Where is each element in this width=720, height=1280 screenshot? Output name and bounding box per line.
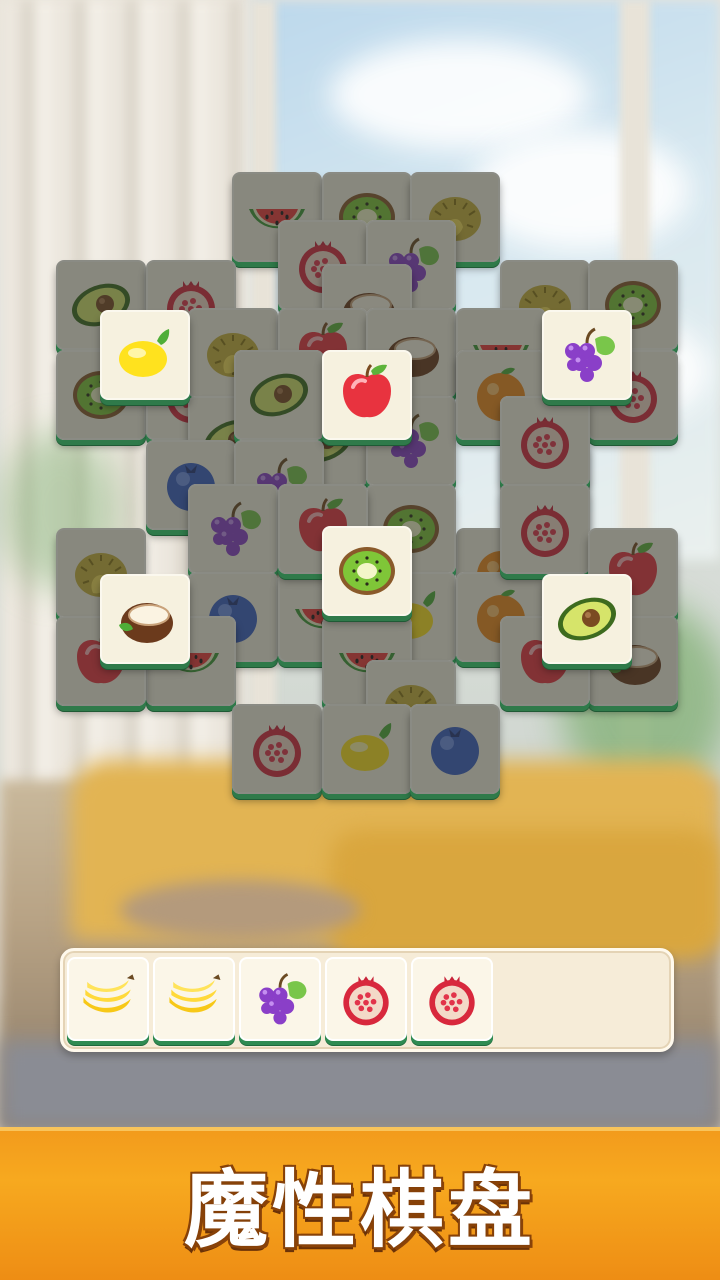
apple-tile[interactable]	[322, 350, 412, 440]
pomegranate-icon	[418, 963, 486, 1035]
coconut-icon	[109, 581, 181, 657]
pomegranate-tile	[500, 484, 590, 574]
tray-slot-banana	[153, 957, 235, 1041]
grapes-tile	[188, 484, 278, 574]
title-banner: 魔性棋盘	[0, 1127, 720, 1280]
grapes-icon	[246, 963, 314, 1035]
avocado-tile[interactable]	[542, 574, 632, 664]
grapes-icon	[551, 317, 623, 393]
pomegranate-tile	[500, 396, 590, 486]
game-board	[0, 0, 720, 940]
blueberry-tile	[410, 704, 500, 794]
pomegranate-tile	[232, 704, 322, 794]
banana-icon	[160, 963, 228, 1035]
kiwi-tile[interactable]	[322, 526, 412, 616]
pomegranate-icon	[241, 711, 313, 787]
lemon-tile	[322, 704, 412, 794]
tray-slot-pomegranate	[411, 957, 493, 1041]
coconut-tile[interactable]	[100, 574, 190, 664]
blueberry-icon	[419, 711, 491, 787]
pomegranate-icon	[509, 403, 581, 479]
banana-icon	[74, 963, 142, 1035]
lemon-icon	[331, 711, 403, 787]
apple-icon	[331, 357, 403, 433]
avocado-icon	[243, 357, 315, 433]
kiwi-icon	[331, 533, 403, 609]
avocado-tile	[234, 350, 324, 440]
lemon-icon	[109, 317, 181, 393]
avocado-icon	[551, 581, 623, 657]
tile-tray	[60, 948, 674, 1052]
tray-slot-pomegranate	[325, 957, 407, 1041]
pomegranate-icon	[509, 491, 581, 567]
pomegranate-icon	[332, 963, 400, 1035]
tray-slot-grapes	[239, 957, 321, 1041]
grapes-icon	[197, 491, 269, 567]
grapes-tile[interactable]	[542, 310, 632, 400]
banner-title: 魔性棋盘	[183, 1161, 536, 1259]
tray-slot-banana	[67, 957, 149, 1041]
lemon-tile[interactable]	[100, 310, 190, 400]
